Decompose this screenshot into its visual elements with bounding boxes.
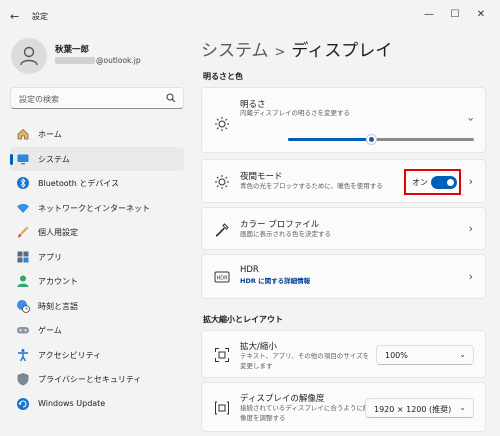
night-light-icon [215,175,229,189]
sidebar-item-label: アプリ [38,252,62,262]
brightness-slider-fill [288,138,372,141]
night-light-toggle-highlight: オン [404,169,461,195]
chevron-down-icon[interactable]: › [464,117,477,121]
section-title-brightness-color: 明るさと色 [203,72,243,81]
resolution-dropdown-value: 1920 × 1200 (推奨) [374,405,452,414]
sidebar-item-personalization[interactable]: 個人用設定 [10,220,184,245]
toggle-state-label: オン [412,178,428,187]
color-profile-subtitle: 画面に表示される色を決定する [240,230,331,238]
maximize-icon[interactable]: ☐ [446,6,464,24]
sidebar-item-label: ホーム [38,130,62,139]
breadcrumb-separator: > [274,45,286,60]
sidebar-nav: ホーム システム Bluetooth とデバイス ネットワークとインターネット … [10,122,184,416]
sidebar-item-home[interactable]: ホーム [10,122,184,147]
update-icon [17,397,29,410]
close-icon[interactable]: ✕ [472,6,490,24]
globe-clock-icon [17,299,30,313]
hdr-icon: HDR [214,271,230,283]
sidebar-item-label: システム [38,154,70,164]
sidebar-item-bluetooth[interactable]: Bluetooth とデバイス [10,171,184,196]
brush-icon [17,226,29,238]
eyedropper-icon [216,223,229,237]
scale-dropdown-value: 100% [385,351,408,360]
scale-icon [215,348,229,362]
search-icon [166,93,176,103]
sidebar-item-accessibility[interactable]: アクセシビリティ [10,343,184,368]
scale-subtitle-line2: 変更します [240,362,273,370]
system-icon [17,154,29,164]
hdr-learn-more-link[interactable]: HDR に関する詳細情報 [240,276,310,287]
breadcrumb-parent[interactable]: システム [201,41,269,61]
sidebar-item-label: アクセシビリティ [38,350,102,360]
color-profile-card[interactable]: カラー プロファイル 画面に表示される色を決定する › [201,207,486,250]
brightness-icon [215,117,229,131]
search-input[interactable]: 設定の検索 [10,87,184,109]
profile-name: 秋葉一郎 [55,45,90,55]
chevron-down-icon: ⌄ [459,403,466,412]
hdr-card[interactable]: HDR HDR HDR に関する詳細情報 › [201,254,486,299]
user-icon [20,46,38,66]
bluetooth-icon [17,177,29,189]
title-bar: ← 設定 — ☐ ✕ [0,0,500,32]
profile-email: @outlook.jp [96,56,141,65]
chevron-right-icon[interactable]: › [469,222,473,235]
sidebar-item-windows-update[interactable]: Windows Update [10,392,184,417]
resolution-subtitle-line2: 像度を調整する [240,414,286,422]
profile-email-redacted [55,57,95,64]
resolution-dropdown[interactable]: 1920 × 1200 (推奨) ⌄ [365,398,474,418]
avatar[interactable] [11,38,47,74]
sidebar-item-label: 個人用設定 [38,228,78,237]
scale-dropdown[interactable]: 100% ⌄ [376,345,474,365]
night-light-subtitle: 青色の光をブロックするために、暖色を使用する [240,182,383,190]
back-arrow-icon[interactable]: ← [10,10,19,23]
sidebar-item-apps[interactable]: アプリ [10,245,184,270]
gamepad-icon [17,327,29,334]
sidebar-item-time-language[interactable]: 時刻と言語 [10,294,184,319]
accessibility-icon [18,348,28,361]
svg-text:HDR: HDR [216,275,228,281]
brightness-subtitle: 内蔵ディスプレイの明るさを変更する [240,109,351,117]
sidebar-item-privacy[interactable]: プライバシーとセキュリティ [10,367,184,392]
sidebar-item-label: Bluetooth とデバイス [38,179,120,188]
minimize-icon[interactable]: — [420,6,438,24]
page-title: ディスプレイ [291,41,393,61]
app-title: 設定 [32,12,48,21]
brightness-card[interactable]: 明るさ 内蔵ディスプレイの明るさを変更する › [201,87,486,153]
chevron-right-icon[interactable]: › [469,175,473,188]
search-placeholder: 設定の検索 [19,95,59,104]
chevron-right-icon[interactable]: › [469,270,473,283]
sidebar-item-accounts[interactable]: アカウント [10,269,184,294]
shield-icon [17,373,29,386]
sidebar-item-label: ネットワークとインターネット [38,203,150,213]
section-title-scale-layout: 拡大縮小とレイアウト [203,315,283,324]
breadcrumb: システム > ディスプレイ [201,36,392,61]
sidebar-item-system[interactable]: システム [10,146,184,171]
night-light-toggle[interactable] [431,176,457,189]
brightness-slider[interactable] [288,134,474,145]
sidebar-item-label: プライバシーとセキュリティ [38,375,142,384]
sidebar-item-label: アカウント [38,277,78,286]
sidebar-item-network[interactable]: ネットワークとインターネット [10,196,184,221]
hdr-title: HDR [240,265,259,275]
chevron-down-icon: ⌄ [459,350,466,359]
home-icon [17,128,29,140]
sidebar-item-label: Windows Update [38,398,106,408]
sidebar-item-label: ゲーム [38,326,62,335]
toggle-knob [447,179,454,186]
wifi-icon [17,203,29,213]
apps-icon [17,251,29,262]
resolution-icon [215,401,229,415]
sidebar-item-label: 時刻と言語 [38,301,78,311]
account-icon [17,275,29,287]
sidebar-item-gaming[interactable]: ゲーム [10,318,184,343]
